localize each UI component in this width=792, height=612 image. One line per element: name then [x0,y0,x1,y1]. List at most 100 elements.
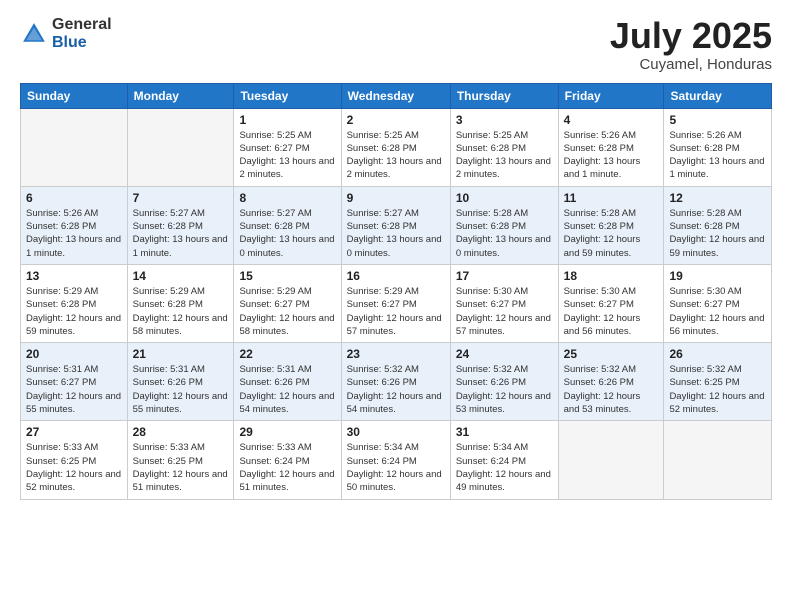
day-info: Sunrise: 5:33 AMSunset: 6:25 PMDaylight:… [133,441,229,494]
day-info: Sunrise: 5:29 AMSunset: 6:27 PMDaylight:… [347,285,445,338]
day-info: Sunrise: 5:31 AMSunset: 6:26 PMDaylight:… [133,363,229,416]
day-info: Sunrise: 5:34 AMSunset: 6:24 PMDaylight:… [456,441,553,494]
calendar-cell [664,421,772,499]
logo-general-text: General [52,16,112,34]
day-number: 2 [347,113,445,127]
header: General Blue July 2025 Cuyamel, Honduras [20,16,772,73]
calendar-cell: 17 Sunrise: 5:30 AMSunset: 6:27 PMDayligh… [450,264,558,342]
calendar-cell: 14Sunrise: 5:29 AMSunset: 6:28 PMDayligh… [127,264,234,342]
calendar-cell: 11 Sunrise: 5:28 AMSunset: 6:28 PMDayligh… [558,186,664,264]
day-info: Sunrise: 5:31 AMSunset: 6:26 PMDaylight:… [239,363,335,416]
calendar-cell: 18 Sunrise: 5:30 AMSunset: 6:27 PMDayligh… [558,264,664,342]
day-number: 27 [26,425,122,439]
day-number: 26 [669,347,766,361]
calendar-cell: 19 Sunrise: 5:30 AMSunset: 6:27 PMDayligh… [664,264,772,342]
calendar-cell: 5 Sunrise: 5:26 AMSunset: 6:28 PMDaylight… [664,108,772,186]
day-number: 15 [239,269,335,283]
day-info: Sunrise: 5:30 AMSunset: 6:27 PMDaylight:… [456,285,553,338]
day-info: Sunrise: 5:28 AMSunset: 6:28 PMDaylight:… [564,207,659,260]
day-info: Sunrise: 5:32 AMSunset: 6:26 PMDaylight:… [456,363,553,416]
calendar-cell [558,421,664,499]
calendar-cell: 21 Sunrise: 5:31 AMSunset: 6:26 PMDayligh… [127,343,234,421]
col-header-sunday: Sunday [21,83,128,108]
day-number: 9 [347,191,445,205]
day-number: 10 [456,191,553,205]
calendar-cell: 23 Sunrise: 5:32 AMSunset: 6:26 PMDayligh… [341,343,450,421]
day-number: 16 [347,269,445,283]
day-number: 19 [669,269,766,283]
calendar-cell: 8 Sunrise: 5:27 AMSunset: 6:28 PMDaylight… [234,186,341,264]
day-info: Sunrise: 5:34 AMSunset: 6:24 PMDaylight:… [347,441,445,494]
day-number: 11 [564,191,659,205]
calendar-cell: 30 Sunrise: 5:34 AMSunset: 6:24 PMDayligh… [341,421,450,499]
calendar-cell: 29Sunrise: 5:33 AMSunset: 6:24 PMDayligh… [234,421,341,499]
calendar-cell: 15 Sunrise: 5:29 AMSunset: 6:27 PMDayligh… [234,264,341,342]
calendar-cell: 13 Sunrise: 5:29 AMSunset: 6:28 PMDayligh… [21,264,128,342]
day-info: Sunrise: 5:32 AMSunset: 6:26 PMDaylight:… [564,363,659,416]
calendar-week-row: 13 Sunrise: 5:29 AMSunset: 6:28 PMDayligh… [21,264,772,342]
calendar-cell [127,108,234,186]
calendar-cell: 6 Sunrise: 5:26 AMSunset: 6:28 PMDaylight… [21,186,128,264]
calendar-cell: 10 Sunrise: 5:28 AMSunset: 6:28 PMDayligh… [450,186,558,264]
day-number: 6 [26,191,122,205]
calendar-cell: 26Sunrise: 5:32 AMSunset: 6:25 PMDayligh… [664,343,772,421]
calendar-cell: 3Sunrise: 5:25 AMSunset: 6:28 PMDaylight… [450,108,558,186]
day-number: 8 [239,191,335,205]
calendar-cell: 1Sunrise: 5:25 AMSunset: 6:27 PMDaylight… [234,108,341,186]
day-info: Sunrise: 5:26 AMSunset: 6:28 PMDaylight:… [669,129,766,182]
day-info: Sunrise: 5:29 AMSunset: 6:28 PMDaylight:… [133,285,229,338]
day-number: 13 [26,269,122,283]
day-number: 17 [456,269,553,283]
page: General Blue July 2025 Cuyamel, Honduras… [0,0,792,612]
day-number: 4 [564,113,659,127]
day-number: 18 [564,269,659,283]
day-number: 21 [133,347,229,361]
col-header-tuesday: Tuesday [234,83,341,108]
day-number: 20 [26,347,122,361]
day-info: Sunrise: 5:29 AMSunset: 6:28 PMDaylight:… [26,285,122,338]
day-number: 29 [239,425,335,439]
calendar-table: SundayMondayTuesdayWednesdayThursdayFrid… [20,83,772,500]
day-info: Sunrise: 5:29 AMSunset: 6:27 PMDaylight:… [239,285,335,338]
day-info: Sunrise: 5:25 AMSunset: 6:27 PMDaylight:… [239,129,335,182]
month-title: July 2025 [610,16,772,56]
day-info: Sunrise: 5:33 AMSunset: 6:25 PMDaylight:… [26,441,122,494]
calendar-cell: 7 Sunrise: 5:27 AMSunset: 6:28 PMDaylight… [127,186,234,264]
calendar-cell: 4Sunrise: 5:26 AMSunset: 6:28 PMDaylight… [558,108,664,186]
day-info: Sunrise: 5:27 AMSunset: 6:28 PMDaylight:… [133,207,229,260]
location-subtitle: Cuyamel, Honduras [610,56,772,73]
day-number: 7 [133,191,229,205]
calendar-week-row: 20Sunrise: 5:31 AMSunset: 6:27 PMDayligh… [21,343,772,421]
day-info: Sunrise: 5:25 AMSunset: 6:28 PMDaylight:… [347,129,445,182]
day-info: Sunrise: 5:32 AMSunset: 6:26 PMDaylight:… [347,363,445,416]
calendar-cell: 24Sunrise: 5:32 AMSunset: 6:26 PMDayligh… [450,343,558,421]
day-number: 3 [456,113,553,127]
day-number: 28 [133,425,229,439]
day-info: Sunrise: 5:28 AMSunset: 6:28 PMDaylight:… [456,207,553,260]
day-number: 5 [669,113,766,127]
day-number: 25 [564,347,659,361]
day-number: 23 [347,347,445,361]
logo-text: General Blue [52,16,112,51]
col-header-wednesday: Wednesday [341,83,450,108]
calendar-header-row: SundayMondayTuesdayWednesdayThursdayFrid… [21,83,772,108]
calendar-cell: 12Sunrise: 5:28 AMSunset: 6:28 PMDayligh… [664,186,772,264]
day-info: Sunrise: 5:27 AMSunset: 6:28 PMDaylight:… [239,207,335,260]
calendar-cell: 2 Sunrise: 5:25 AMSunset: 6:28 PMDaylight… [341,108,450,186]
calendar-cell: 16 Sunrise: 5:29 AMSunset: 6:27 PMDayligh… [341,264,450,342]
day-info: Sunrise: 5:26 AMSunset: 6:28 PMDaylight:… [26,207,122,260]
calendar-cell: 27 Sunrise: 5:33 AMSunset: 6:25 PMDayligh… [21,421,128,499]
day-info: Sunrise: 5:30 AMSunset: 6:27 PMDaylight:… [669,285,766,338]
calendar-cell: 31Sunrise: 5:34 AMSunset: 6:24 PMDayligh… [450,421,558,499]
day-number: 30 [347,425,445,439]
calendar-cell [21,108,128,186]
day-number: 22 [239,347,335,361]
col-header-friday: Friday [558,83,664,108]
day-info: Sunrise: 5:30 AMSunset: 6:27 PMDaylight:… [564,285,659,338]
title-block: July 2025 Cuyamel, Honduras [610,16,772,73]
col-header-saturday: Saturday [664,83,772,108]
day-info: Sunrise: 5:27 AMSunset: 6:28 PMDaylight:… [347,207,445,260]
logo-blue-text: Blue [52,34,112,52]
calendar-cell: 20Sunrise: 5:31 AMSunset: 6:27 PMDayligh… [21,343,128,421]
day-number: 12 [669,191,766,205]
